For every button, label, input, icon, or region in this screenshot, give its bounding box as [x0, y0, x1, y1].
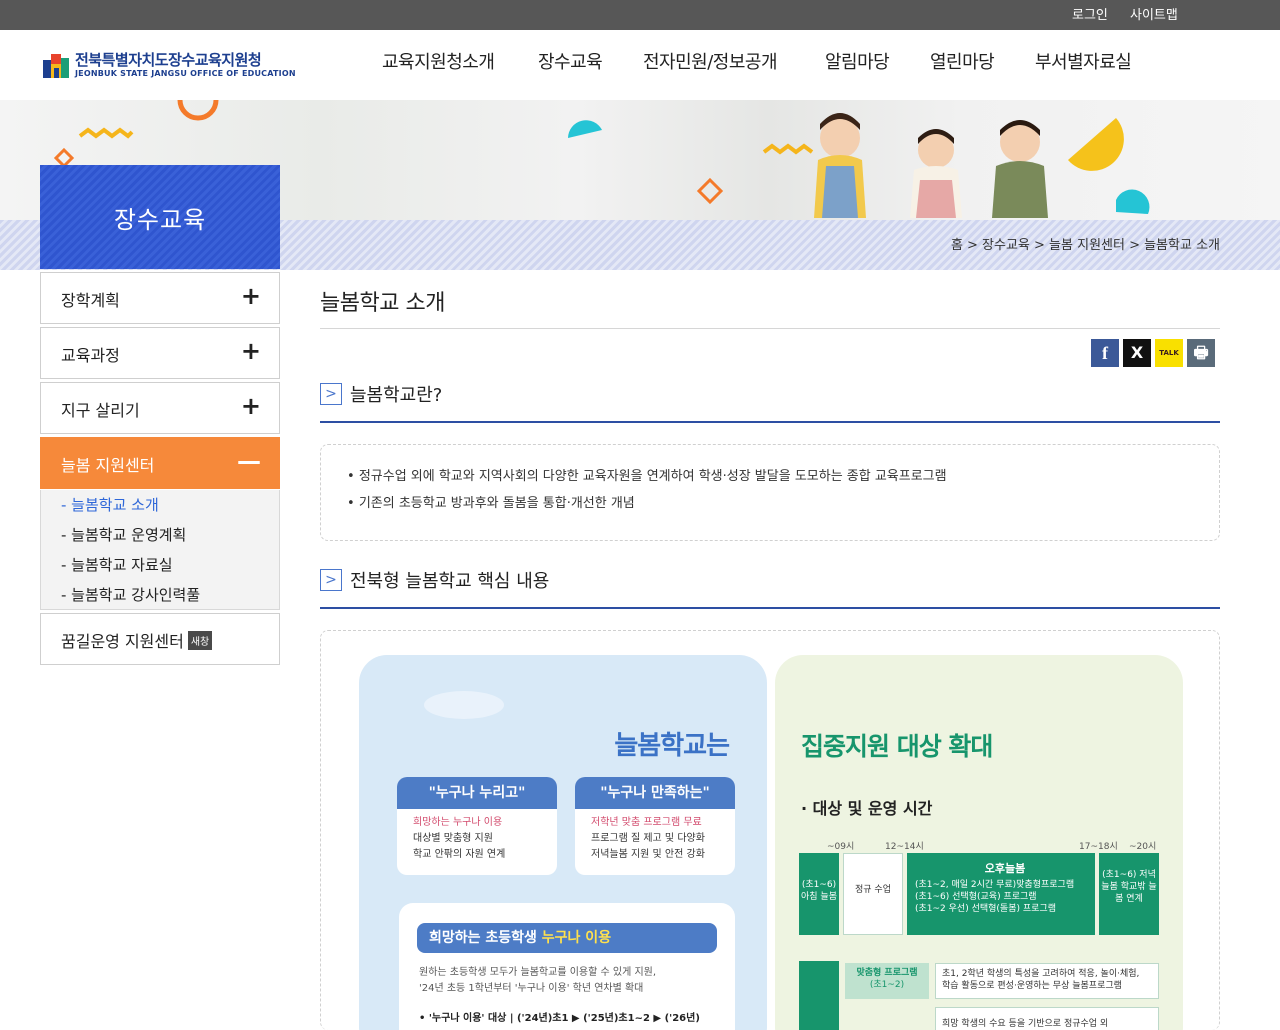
new-window-badge: 새창: [187, 631, 213, 650]
definition-item: • 기존의 초등학교 방과후와 돌봄을 통합·개선한 개념: [347, 496, 635, 511]
infographic-right-panel: 집중지원 대상 확대 · 대상 및 운영 시간 ~09시 12~14시 17~1…: [775, 655, 1183, 1030]
breadcrumb: 홈 > 장수교육 > 늘봄 지원센터 > 늘봄학교 소개: [950, 238, 1220, 253]
wide-title-b: 누구나 이용: [541, 930, 612, 946]
custom-program-desc: 초1, 2학년 학생의 특성을 고려하여 적응, 놀이·체험, 학습 활동으로 …: [935, 963, 1159, 999]
evening-neulbom-box: (초1~6) 저녁늘봄 학교밖 늘봄 연계: [1099, 853, 1159, 935]
sidebar-item-neulbom-center[interactable]: 늘봄 지원센터 —: [40, 437, 280, 489]
info-card-wide: 희망하는 초등학생 누구나 이용 원하는 초등학생 모두가 늘봄학교를 이용할 …: [399, 903, 735, 1030]
gnb-notice[interactable]: 알림마당: [825, 48, 890, 74]
sidebar-title: 장수교육: [40, 165, 280, 269]
afternoon-neulbom-box: 오후늘봄 (초1~2, 매일 2시간 무료)맞춤형프로그램 (초1~6) 선택형…: [907, 853, 1095, 935]
site-logo[interactable]: 전북특별자치도장수교육지원청 JEONBUK STATE JANGSU OFFI…: [41, 48, 296, 82]
gnb-e-civil[interactable]: 전자민원/정보공개: [643, 48, 778, 74]
time-label: ~20시: [1129, 842, 1157, 852]
info-card-everyone-enjoy: "누구나 누리고" 희망하는 누구나 이용 대상별 맞춤형 지원 학교 안팎의 …: [397, 777, 557, 875]
page-title: 늘봄학교 소개: [320, 291, 445, 316]
top-utility-bar: 로그인 사이트맵: [0, 0, 1280, 30]
sidebar-item-label: 장학계획: [61, 291, 120, 310]
minus-icon[interactable]: —: [237, 449, 261, 473]
logo-korean-name: 전북특별자치도장수교육지원청: [75, 51, 262, 69]
sidebar-item-label: 꿈길운영 지원센터: [61, 632, 184, 651]
card-line: 학교 안팎의 자원 연계: [413, 849, 506, 860]
plus-icon[interactable]: +: [241, 284, 261, 308]
cloud-decoration: [424, 691, 504, 719]
sidebar-item-save-earth[interactable]: 지구 살리기 +: [40, 382, 280, 434]
card-line: 희망하는 누구나 이용: [413, 817, 503, 828]
section-title: 늘봄학교란?: [350, 385, 443, 406]
sidebar-item-dream-center[interactable]: 꿈길운영 지원센터 새창: [40, 613, 280, 665]
print-icon[interactable]: 🖶: [1187, 339, 1215, 367]
row2-desc: 희망 학생의 수요 등을 기반으로 정규수업 외: [935, 1007, 1159, 1030]
section-heading: > 전북형 늘봄학교 핵심 내용: [320, 567, 1220, 609]
time-label: ~09시: [827, 842, 855, 852]
logo-english-name: JEONBUK STATE JANGSU OFFICE OF EDUCATION: [75, 69, 296, 78]
sitemap-link[interactable]: 사이트맵: [1130, 4, 1178, 23]
sidebar-submenu: - 늘봄학교 소개 - 늘봄학교 운영계획 - 늘봄학교 자료실 - 늘봄학교 …: [40, 490, 280, 610]
card-body: 저학년 맞춤 프로그램 무료 프로그램 질 제고 및 다양화 저녁늘봄 지원 및…: [575, 809, 735, 869]
gnb-open-forum[interactable]: 열린마당: [930, 48, 995, 74]
custom-program-text: 학습 활동으로 편성·운영하는 무상 늘봄프로그램: [942, 981, 1122, 991]
children-illustration: [814, 113, 1048, 218]
card-title: "누구나 만족하는": [575, 777, 735, 809]
login-link[interactable]: 로그인: [1072, 4, 1108, 23]
time-label: 17~18시: [1079, 842, 1118, 852]
afternoon-line: (초1~2, 매일 2시간 무료)맞춤형프로그램: [915, 880, 1075, 890]
custom-program-label: 맞춤형 프로그램 (초1~2): [845, 963, 929, 999]
wide-title-a: 희망하는 초등학생: [429, 930, 542, 946]
plus-icon[interactable]: +: [241, 339, 261, 363]
afternoon-line: (초1~6) 선택형(교육) 프로그램: [915, 892, 1037, 902]
regular-class-box: 정규 수업: [843, 853, 903, 935]
custom-program-text: 초1, 2학년 학생의 특성을 고려하여 적응, 놀이·체험,: [942, 969, 1140, 979]
gnb-department-archive[interactable]: 부서별자료실: [1035, 48, 1132, 74]
afternoon-line: (초1~2 우선) 선택형(돌봄) 프로그램: [915, 904, 1056, 914]
sidebar-item-label-wrap: 꿈길운영 지원센터 새창: [61, 628, 213, 652]
card-line: 대상별 맞춤형 지원: [413, 833, 493, 844]
title-divider: [320, 328, 1220, 329]
x-share-icon[interactable]: X: [1123, 339, 1151, 367]
wide-card-text: '24년 초등 1학년부터 '누구나 이용' 학년 연차별 확대: [419, 983, 644, 994]
custom-program-title: 맞춤형 프로그램: [856, 968, 918, 978]
card-body: 희망하는 누구나 이용 대상별 맞춤형 지원 학교 안팎의 자원 연계: [397, 809, 557, 869]
section-heading: > 늘봄학교란?: [320, 381, 1220, 423]
gnb-jangsu-education[interactable]: 장수교육: [538, 48, 603, 74]
infographic-right-title: 집중지원 대상 확대: [801, 732, 993, 761]
card-line: 저녁늘봄 지원 및 안전 강화: [591, 849, 705, 860]
wide-card-title: 희망하는 초등학생 누구나 이용: [417, 923, 717, 953]
sidebar-item-label: 늘봄 지원센터: [61, 456, 155, 475]
submenu-neulbom-instructors[interactable]: - 늘봄학교 강사인력풀: [61, 584, 200, 605]
card-title: "누구나 누리고": [397, 777, 557, 809]
sidebar-item-scholarship-plan[interactable]: 장학계획 +: [40, 272, 280, 324]
submenu-neulbom-plan[interactable]: - 늘봄학교 운영계획: [61, 524, 186, 545]
time-label: 12~14시: [885, 842, 924, 852]
sidebar-item-curriculum[interactable]: 교육과정 +: [40, 327, 280, 379]
custom-program-grade: (초1~2): [869, 980, 905, 990]
sidebar-item-label: 교육과정: [61, 346, 120, 365]
definition-item: • 정규수업 외에 학교와 지역사회의 다양한 교육자원을 연계하여 학생·성장…: [347, 469, 947, 484]
wide-card-text: • '누구나 이용' 대상 | ('24년)초1 ▶ ('25년)초1~2 ▶ …: [419, 1013, 700, 1024]
infographic-right-subtitle: · 대상 및 운영 시간: [801, 799, 933, 818]
infographic-left-title: 늘봄학교는: [614, 731, 730, 761]
chevron-right-icon: >: [320, 383, 342, 405]
logo-mark-icon: [43, 54, 69, 78]
facebook-share-icon[interactable]: f: [1091, 339, 1119, 367]
kakao-share-icon[interactable]: TALK: [1155, 339, 1183, 367]
infographic-container: 늘봄학교는 "누구나 누리고" 희망하는 누구나 이용 대상별 맞춤형 지원 학…: [320, 630, 1220, 1030]
afternoon-title: 오후늘봄: [984, 862, 1026, 875]
definition-box: • 정규수업 외에 학교와 지역사회의 다양한 교육자원을 연계하여 학생·성장…: [320, 444, 1220, 541]
morning-neulbom-box: (초1~6) 아침 늘봄: [799, 853, 839, 935]
card-line: 저학년 맞춤 프로그램 무료: [591, 817, 702, 828]
submenu-neulbom-intro[interactable]: - 늘봄학교 소개: [61, 494, 159, 515]
submenu-neulbom-archive[interactable]: - 늘봄학교 자료실: [61, 554, 173, 575]
gnb-about[interactable]: 교육지원청소개: [382, 48, 495, 74]
card-line: 프로그램 질 제고 및 다양화: [591, 833, 705, 844]
sidebar-item-label: 지구 살리기: [61, 401, 140, 420]
section-title: 전북형 늘봄학교 핵심 내용: [350, 571, 550, 592]
wide-card-text: 원하는 초등학생 모두가 늘봄학교를 이용할 수 있게 지원,: [419, 967, 657, 978]
info-card-everyone-satisfied: "누구나 만족하는" 저학년 맞춤 프로그램 무료 프로그램 질 제고 및 다양…: [575, 777, 735, 875]
plus-icon[interactable]: +: [241, 394, 261, 418]
infographic-left-panel: 늘봄학교는 "누구나 누리고" 희망하는 누구나 이용 대상별 맞춤형 지원 학…: [359, 655, 767, 1030]
chevron-right-icon: >: [320, 569, 342, 591]
custom-program-side: [799, 961, 839, 1030]
